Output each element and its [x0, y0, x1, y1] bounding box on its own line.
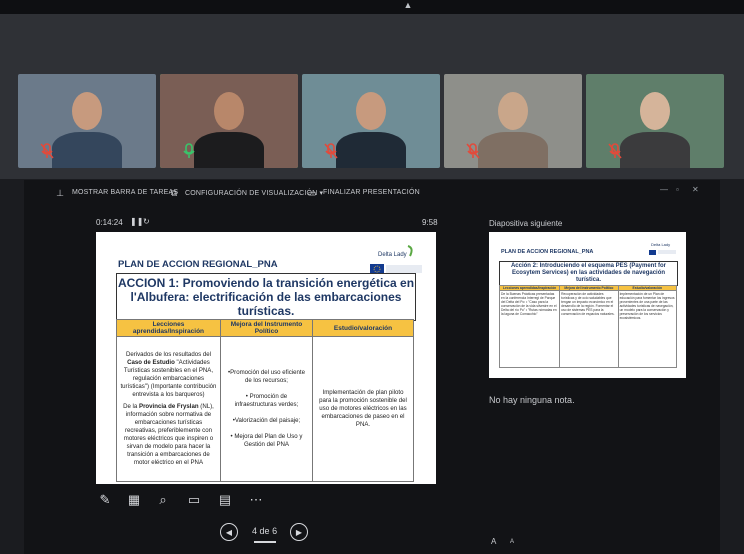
participant-face: [72, 92, 102, 130]
search-icon[interactable]: ⌕: [155, 492, 171, 508]
presenter-toolbar: ⊥ MOSTRAR BARRA DE TAREAS ⧉ CONFIGURACIÓ…: [24, 183, 720, 205]
policy-cell: •Promoción del uso eficiente de los recu…: [219, 336, 314, 482]
participant-body: [336, 132, 406, 168]
column-header: Mejora del Instrumento Político: [219, 319, 314, 337]
participant-5-video[interactable]: [586, 74, 724, 168]
subtitles-icon[interactable]: ▤: [217, 492, 233, 508]
participant-body: [478, 132, 548, 168]
mic-muted-icon: [466, 143, 480, 159]
participant-face: [640, 92, 670, 130]
participant-2-video[interactable]: [160, 74, 298, 168]
next-slide-header: PLAN DE ACCION REGIONAL_PNA: [501, 249, 594, 255]
speaker-notes: No hay ninguna nota.: [489, 395, 575, 405]
pen-icon[interactable]: ✎: [97, 492, 113, 508]
participant-face: [214, 92, 244, 130]
show-taskbar-button[interactable]: MOSTRAR BARRA DE TAREAS: [72, 189, 178, 196]
next-slide-table: Lecciones aprendidas/Inspiración Mejora …: [498, 285, 678, 368]
elapsed-timer: 0:14:24: [96, 218, 123, 227]
decrease-font-button[interactable]: A: [491, 537, 496, 546]
end-presentation-icon: ▭: [307, 188, 317, 198]
next-slide-preview[interactable]: PLAN DE ACCION REGIONAL_PNA Delta Lady A…: [489, 232, 686, 378]
reset-timer-icon[interactable]: ↻: [143, 217, 150, 226]
increase-font-button[interactable]: A: [510, 539, 514, 545]
svg-text:Delta Lady: Delta Lady: [651, 242, 670, 247]
slides-grid-icon[interactable]: ▦: [126, 492, 142, 508]
column-header: Mejora del Instrumento Político: [559, 285, 619, 291]
next-slide-button[interactable]: ▶: [290, 523, 308, 541]
next-slide-label: Diapositiva siguiente: [489, 219, 563, 228]
mic-on-icon: [183, 143, 195, 158]
delta-lady-logo: Delta Lady: [649, 242, 676, 255]
lessons-cell: Derivados de los resultados del Caso de …: [116, 336, 221, 482]
current-time: 9:58: [422, 218, 438, 227]
slide-header: PLAN DE ACCION REGIONAL_PNA: [118, 259, 278, 270]
meeting-top-bar: ▲: [0, 0, 744, 14]
action-title-box: ACCION 1: Promoviendo la transición ener…: [116, 273, 416, 321]
page-indicator: 4 de 6: [252, 526, 278, 536]
next-action-title: Acción 2: Introduciendo el esquema PES (…: [499, 261, 678, 286]
participant-face: [498, 92, 528, 130]
display-settings-icon: ⧉: [170, 188, 178, 198]
column-header: Estudio/valoración: [312, 319, 414, 337]
video-gallery: [0, 14, 744, 179]
end-presentation-button[interactable]: FINALIZAR PRESENTACIÓN: [323, 189, 420, 196]
display-settings-button[interactable]: CONFIGURACIÓN DE VISUALIZACIÓN ▾: [185, 189, 323, 197]
screen-icon[interactable]: ▭: [186, 492, 202, 508]
current-slide: PLAN DE ACCION REGIONAL_PNA Delta Lady A…: [96, 232, 436, 484]
mic-muted-icon: [40, 143, 54, 159]
slide-navigation: ◀ 4 de 6 ▶: [220, 522, 320, 544]
page-indicator-underline: [254, 541, 276, 543]
table-cell: De la Buenas Prácticas presentadas en la…: [498, 290, 561, 368]
previous-slide-button[interactable]: ◀: [220, 523, 238, 541]
column-header: Lecciones aprendidas/Inspiración: [498, 285, 561, 291]
study-cell: Implementación de plan piloto para la pr…: [312, 336, 414, 482]
table-cell: Recuperación de actividades turísticas y…: [559, 290, 619, 368]
pause-icon[interactable]: ❚❚: [130, 217, 143, 226]
slide-table: Lecciones aprendidas/Inspiración Mejora …: [116, 319, 414, 482]
minimize-icon[interactable]: —: [660, 185, 668, 194]
participant-face: [356, 92, 386, 130]
mic-muted-icon: [324, 143, 338, 159]
restore-icon[interactable]: ▫: [676, 185, 679, 194]
logo-text: Delta Lady: [378, 252, 407, 258]
more-icon[interactable]: ⋯: [248, 492, 264, 508]
column-header: Lecciones aprendidas/Inspiración: [116, 319, 221, 337]
participant-1-video[interactable]: [18, 74, 156, 168]
participant-4-video[interactable]: [444, 74, 582, 168]
participant-body: [620, 132, 690, 168]
chevron-up-icon[interactable]: ▲: [400, 0, 416, 10]
participant-3-video[interactable]: [302, 74, 440, 168]
taskbar-icon: ⊥: [56, 188, 64, 198]
participant-body: [194, 132, 264, 168]
participant-body: [52, 132, 122, 168]
close-icon[interactable]: ✕: [692, 185, 699, 194]
mic-muted-icon: [608, 143, 622, 159]
action-title: ACCION 1: Promoviendo la transición ener…: [117, 276, 415, 318]
table-cell: Implementación de un Plan de educación p…: [617, 290, 678, 368]
